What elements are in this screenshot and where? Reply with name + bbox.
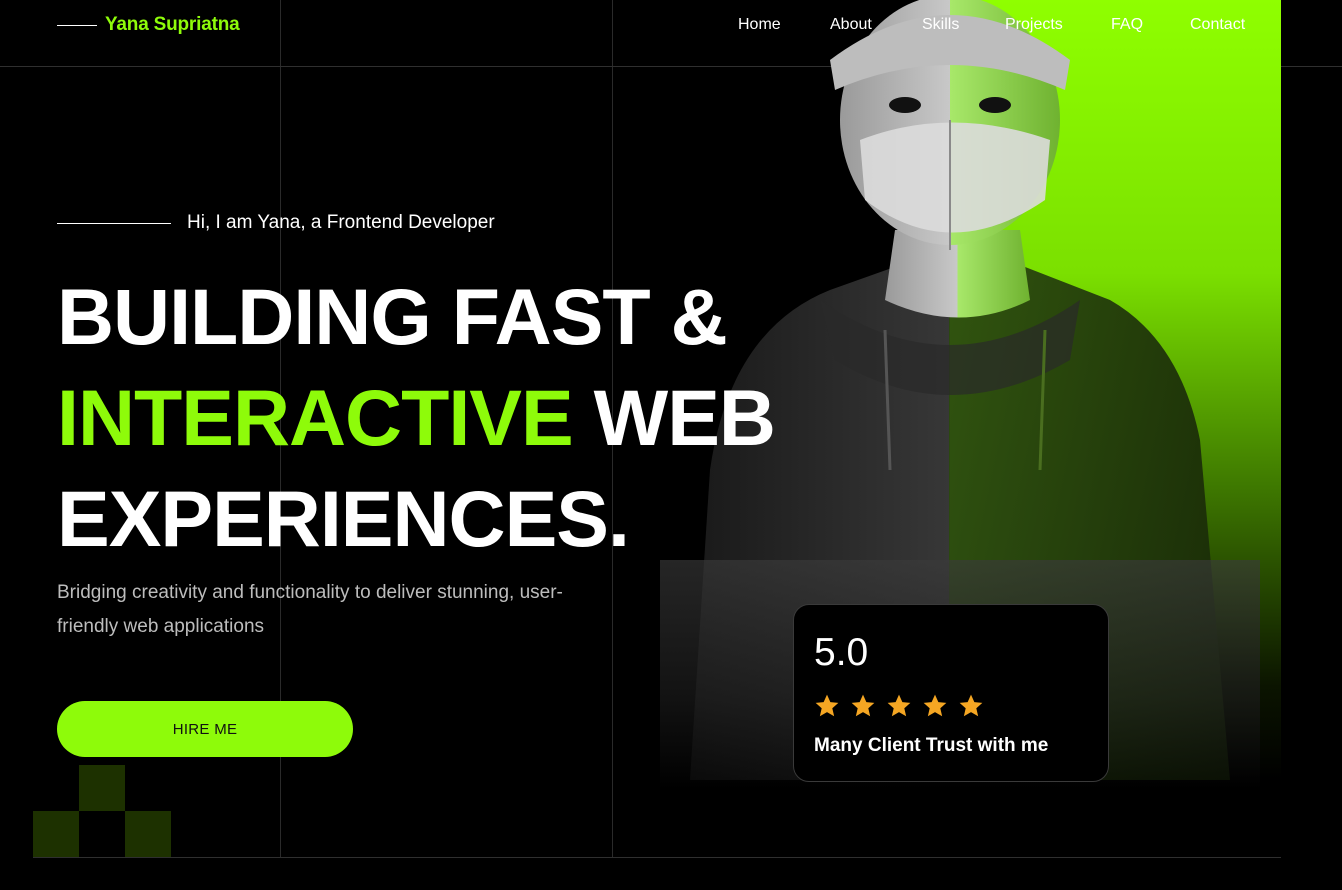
headline-line-3: EXPERIENCES. (57, 474, 630, 563)
intro-text: Hi, I am Yana, a Frontend Developer (187, 212, 495, 233)
decor-block (33, 811, 79, 857)
rating-score: 5.0 (814, 631, 869, 674)
rating-caption: Many Client Trust with me (814, 735, 1049, 756)
decor-block (125, 811, 171, 857)
nav-projects[interactable]: Projects (1005, 16, 1063, 34)
headline-line-2: WEB (572, 373, 776, 462)
nav-skills[interactable]: Skills (922, 16, 959, 34)
footer-divider (33, 857, 1281, 858)
intro-line (57, 223, 171, 224)
logo-line (57, 25, 97, 26)
hero-headline: BUILDING FAST & INTERACTIVE WEB EXPERIEN… (57, 266, 776, 569)
rating-stars (814, 693, 984, 719)
nav-contact[interactable]: Contact (1190, 16, 1245, 34)
headline-line-1: BUILDING FAST & (57, 272, 728, 361)
star-icon (923, 694, 947, 717)
decor-block (79, 765, 125, 811)
star-icon (959, 694, 983, 717)
rating-card: 5.0 Many Client Trust with me (793, 604, 1109, 782)
headline-accent: INTERACTIVE (57, 373, 574, 462)
hero-subtitle: Bridging creativity and functionality to… (57, 582, 563, 637)
star-icon (887, 694, 911, 717)
site-logo[interactable]: Yana Supriatna (105, 14, 240, 36)
nav-faq[interactable]: FAQ (1111, 16, 1143, 34)
star-icon (851, 694, 875, 717)
nav-about[interactable]: About (830, 16, 872, 34)
nav-home[interactable]: Home (738, 16, 781, 34)
star-icon (815, 694, 839, 717)
hire-me-button[interactable]: HIRE ME (57, 701, 353, 757)
